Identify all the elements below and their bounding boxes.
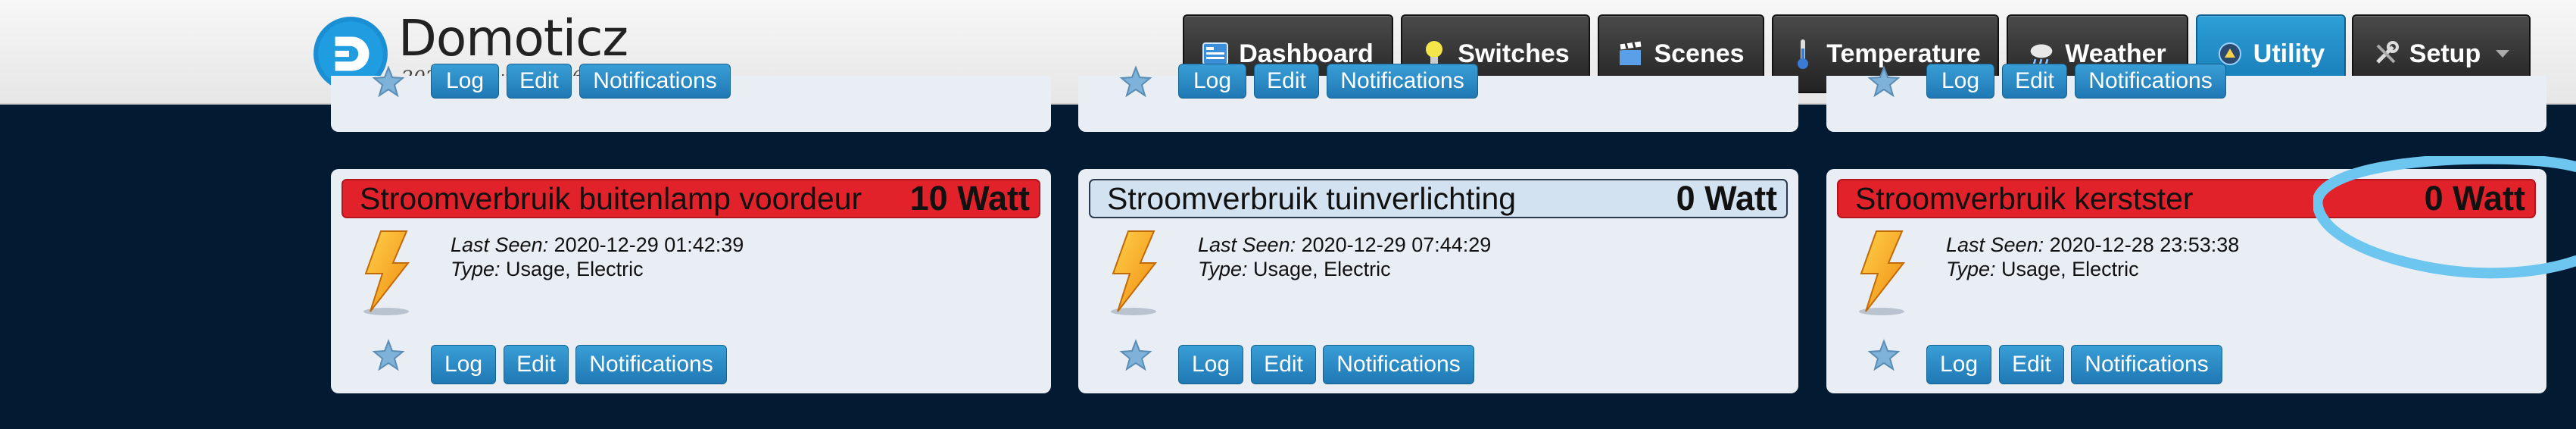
- log-button[interactable]: Log: [1178, 64, 1246, 99]
- lightning-bolt-icon: [1111, 230, 1158, 315]
- edit-button[interactable]: Edit: [507, 64, 572, 99]
- device-value: 10 Watt: [909, 179, 1030, 218]
- log-button[interactable]: Log: [1926, 64, 1994, 99]
- device-title-bar: Stroomverbruik tuinverlichting 0 Watt: [1089, 179, 1788, 218]
- nav-utility-label: Utility: [2253, 39, 2325, 68]
- chevron-down-icon: [2496, 50, 2510, 58]
- device-name: Stroomverbruik tuinverlichting: [1107, 180, 1517, 216]
- last-seen-value: 2020-12-29 07:44:29: [1301, 233, 1492, 256]
- device-name: Stroomverbruik kerstster: [1855, 180, 2194, 216]
- favorite-star-icon[interactable]: [1119, 339, 1152, 372]
- log-button[interactable]: Log: [431, 345, 496, 384]
- log-button[interactable]: Log: [1178, 345, 1243, 384]
- nav-scenes-label: Scenes: [1654, 39, 1745, 68]
- notifications-button[interactable]: Notifications: [575, 345, 727, 384]
- last-seen-label: Last Seen:: [1946, 233, 2044, 256]
- last-seen-value: 2020-12-28 23:53:38: [2049, 233, 2240, 256]
- edit-button[interactable]: Edit: [504, 345, 569, 384]
- nav-setup-label: Setup: [2409, 39, 2481, 68]
- favorite-star-icon[interactable]: [1119, 65, 1152, 99]
- device-card-partial: Log Edit Notifications: [1078, 64, 1798, 132]
- lightning-bolt-icon: [1859, 230, 1906, 315]
- favorite-star-icon[interactable]: [1867, 65, 1901, 99]
- device-card-partial: Log Edit Notifications: [331, 64, 1051, 132]
- last-seen-label: Last Seen:: [1198, 233, 1296, 256]
- favorite-star-icon[interactable]: [372, 339, 405, 372]
- edit-button[interactable]: Edit: [1999, 345, 2064, 384]
- device-card: Stroomverbruik tuinverlichting 0 Watt La…: [1078, 169, 1798, 393]
- device-value: 0 Watt: [1676, 179, 1777, 218]
- notifications-button[interactable]: Notifications: [2075, 64, 2226, 99]
- device-card: Stroomverbruik buitenlamp voordeur 10 Wa…: [331, 169, 1051, 393]
- favorite-star-icon[interactable]: [372, 65, 405, 99]
- favorite-star-icon[interactable]: [1867, 339, 1901, 372]
- thermometer-icon: [1790, 39, 1816, 69]
- type-value: Usage, Electric: [506, 258, 644, 280]
- notifications-button[interactable]: Notifications: [579, 64, 731, 99]
- device-card-partial: Log Edit Notifications: [1826, 64, 2546, 132]
- edit-button[interactable]: Edit: [2002, 64, 2067, 99]
- last-seen-value: 2020-12-29 01:42:39: [554, 233, 744, 256]
- device-info: Last Seen: 2020-12-29 01:42:39 Type: Usa…: [451, 233, 744, 281]
- last-seen-label: Last Seen:: [451, 233, 549, 256]
- log-button[interactable]: Log: [1926, 345, 1991, 384]
- edit-button[interactable]: Edit: [1254, 64, 1319, 99]
- edit-button[interactable]: Edit: [1251, 345, 1316, 384]
- type-label: Type:: [1946, 258, 1996, 280]
- type-label: Type:: [451, 258, 501, 280]
- type-value: Usage, Electric: [2001, 258, 2139, 280]
- highlight-circle-annotation: [2313, 156, 2576, 279]
- clapperboard-icon: [1617, 39, 1643, 69]
- device-info: Last Seen: 2020-12-28 23:53:38 Type: Usa…: [1946, 233, 2239, 281]
- log-button[interactable]: Log: [431, 64, 499, 99]
- device-title-bar: Stroomverbruik buitenlamp voordeur 10 Wa…: [341, 179, 1040, 218]
- device-name: Stroomverbruik buitenlamp voordeur: [360, 180, 862, 216]
- brand-name: Domoticz: [398, 9, 628, 67]
- lightning-bolt-icon: [363, 230, 410, 315]
- notifications-button[interactable]: Notifications: [2071, 345, 2222, 384]
- type-value: Usage, Electric: [1253, 258, 1391, 280]
- type-label: Type:: [1198, 258, 1248, 280]
- tools-icon: [2373, 39, 2399, 69]
- notifications-button[interactable]: Notifications: [1327, 64, 1478, 99]
- device-info: Last Seen: 2020-12-29 07:44:29 Type: Usa…: [1198, 233, 1491, 281]
- notifications-button[interactable]: Notifications: [1323, 345, 1474, 384]
